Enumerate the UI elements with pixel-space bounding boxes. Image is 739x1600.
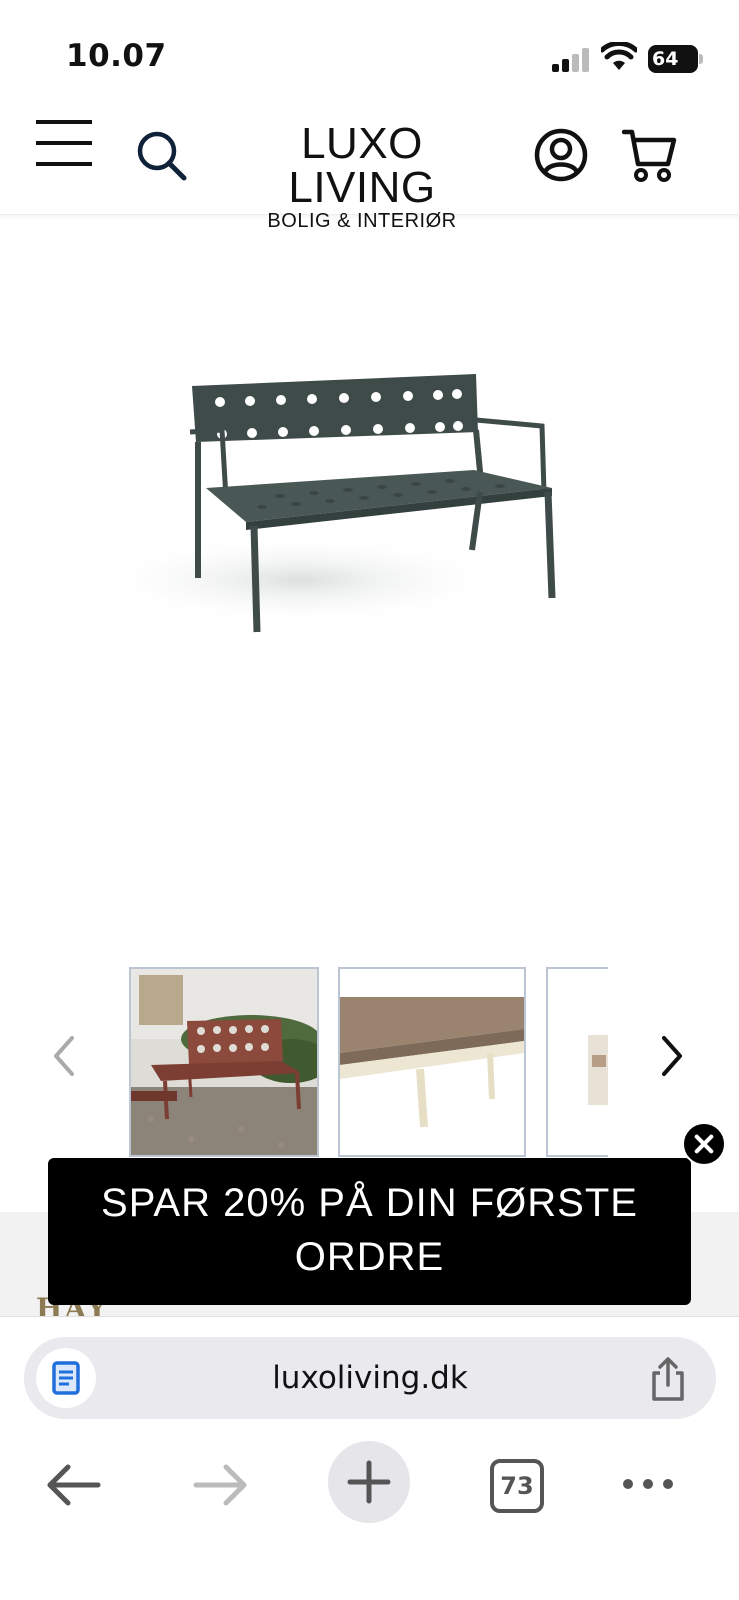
reader-button[interactable] [36,1348,96,1408]
cellular-signal-icon [552,48,589,72]
reader-icon [52,1361,80,1395]
thumbnail-1-image [131,969,317,1155]
logo-subtitle: BOLIG & INTERIØR [267,210,457,232]
browser-toolbar: luxoliving.dk 73 [0,1316,739,1600]
address-bar[interactable]: luxoliving.dk [24,1337,716,1419]
promo-banner[interactable]: SPAR 20% PÅ DIN FØRSTE ORDRE [48,1158,691,1305]
menu-icon[interactable] [36,118,92,168]
thumbnail-2[interactable] [338,967,526,1157]
url-text[interactable]: luxoliving.dk [24,1337,716,1419]
site-logo[interactable]: LUXO LIVING BOLIG & INTERIØR [222,119,502,233]
more-icon[interactable] [620,1473,676,1495]
next-image-icon[interactable] [652,1032,692,1080]
share-icon[interactable] [648,1357,688,1401]
thumbnail-3-image [548,969,608,1155]
thumbnail-2-image [340,969,524,1155]
previous-image-icon[interactable] [44,1032,84,1080]
back-icon[interactable] [44,1461,102,1509]
thumbnail-1[interactable] [129,967,319,1157]
account-icon[interactable] [534,128,588,182]
logo-title: LUXO LIVING [288,119,436,212]
product-image[interactable] [0,230,739,930]
status-time: 10.07 [66,38,167,74]
forward-icon[interactable] [192,1461,250,1509]
tabs-button[interactable]: 73 [490,1459,544,1513]
thumbnail-gallery [0,960,739,1160]
plus-icon [347,1460,391,1504]
battery-indicator: 64 [648,45,703,73]
cart-icon[interactable] [622,128,678,184]
battery-level: 64 [648,45,698,73]
close-icon[interactable] [682,1122,726,1166]
promo-line-2: ORDRE [294,1235,445,1279]
site-header: LUXO LIVING BOLIG & INTERIØR [0,100,739,232]
search-icon[interactable] [136,130,188,182]
new-tab-button[interactable] [328,1441,410,1523]
thumbnail-3[interactable] [546,967,608,1157]
wifi-icon [601,42,637,70]
promo-line-1: SPAR 20% PÅ DIN FØRSTE [101,1181,638,1225]
status-bar: 10.07 64 [0,0,739,100]
